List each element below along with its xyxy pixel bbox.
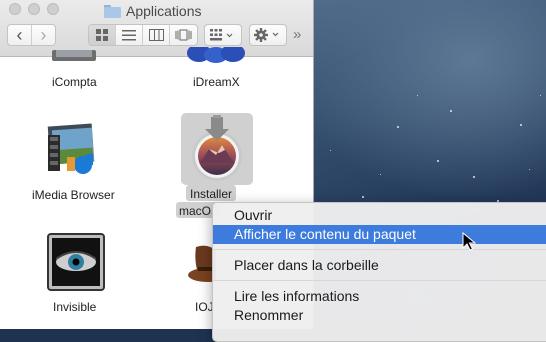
column-view-icon	[148, 29, 164, 41]
list-view-icon	[122, 29, 136, 40]
item-label-installer-line1[interactable]: Installer	[190, 187, 232, 201]
action-button[interactable]	[249, 24, 287, 46]
window-title: Applications	[104, 2, 202, 20]
window-title-text: Applications	[126, 3, 202, 19]
title-bar: Applications ‹ › »	[0, 0, 313, 57]
menu-item-lire-informations[interactable]: Lire les informations	[213, 287, 546, 306]
arrange-grid-icon	[210, 29, 233, 41]
icompta-icon[interactable]	[52, 49, 96, 61]
view-coverflow-button[interactable]	[170, 25, 197, 45]
folder-icon	[104, 4, 121, 18]
icon-view-icon	[96, 29, 108, 41]
menu-item-ouvrir[interactable]: Ouvrir	[213, 206, 546, 225]
installer-label-bg: Installer	[186, 185, 237, 201]
cover-flow-icon	[175, 29, 192, 41]
context-menu: Ouvrir Afficher le contenu du paquet Pla…	[212, 202, 546, 342]
installer-macos-icon[interactable]	[189, 115, 245, 183]
view-columns-button[interactable]	[143, 25, 170, 45]
item-label-icompta[interactable]: iCompta	[52, 75, 97, 89]
chevron-left-icon: ‹	[16, 24, 23, 45]
menu-item-afficher-contenu-paquet[interactable]: Afficher le contenu du paquet	[213, 225, 546, 244]
menu-item-placer-corbeille[interactable]: Placer dans la corbeille	[213, 256, 546, 275]
item-label-ioj[interactable]: IOJ	[195, 300, 214, 314]
minimize-window-button[interactable]	[28, 3, 40, 15]
menu-item-renommer[interactable]: Renommer	[213, 306, 546, 325]
menu-separator	[213, 280, 546, 281]
menu-separator	[213, 249, 546, 250]
view-mode-control	[88, 24, 198, 46]
item-label-idreamx[interactable]: iDreamX	[193, 75, 240, 89]
back-button[interactable]: ‹	[8, 25, 32, 45]
forward-button[interactable]: ›	[32, 25, 55, 45]
item-label-invisible[interactable]: Invisible	[53, 300, 96, 314]
view-list-button[interactable]	[116, 25, 143, 45]
view-icons-button[interactable]	[89, 25, 116, 45]
arrange-button[interactable]	[204, 24, 242, 46]
chevron-right-icon: ›	[40, 24, 47, 45]
gear-icon	[254, 28, 279, 42]
zoom-window-button[interactable]	[47, 3, 59, 15]
idreamx-icon[interactable]	[186, 44, 246, 63]
invisible-icon[interactable]	[47, 233, 105, 291]
back-forward-control: ‹ ›	[7, 24, 56, 46]
close-window-button[interactable]	[9, 3, 21, 15]
item-label-imedia-browser[interactable]: iMedia Browser	[32, 188, 115, 202]
toolbar-overflow-icon[interactable]: »	[293, 24, 301, 46]
mouse-pointer-icon	[462, 232, 476, 251]
imedia-browser-icon[interactable]	[45, 121, 105, 179]
